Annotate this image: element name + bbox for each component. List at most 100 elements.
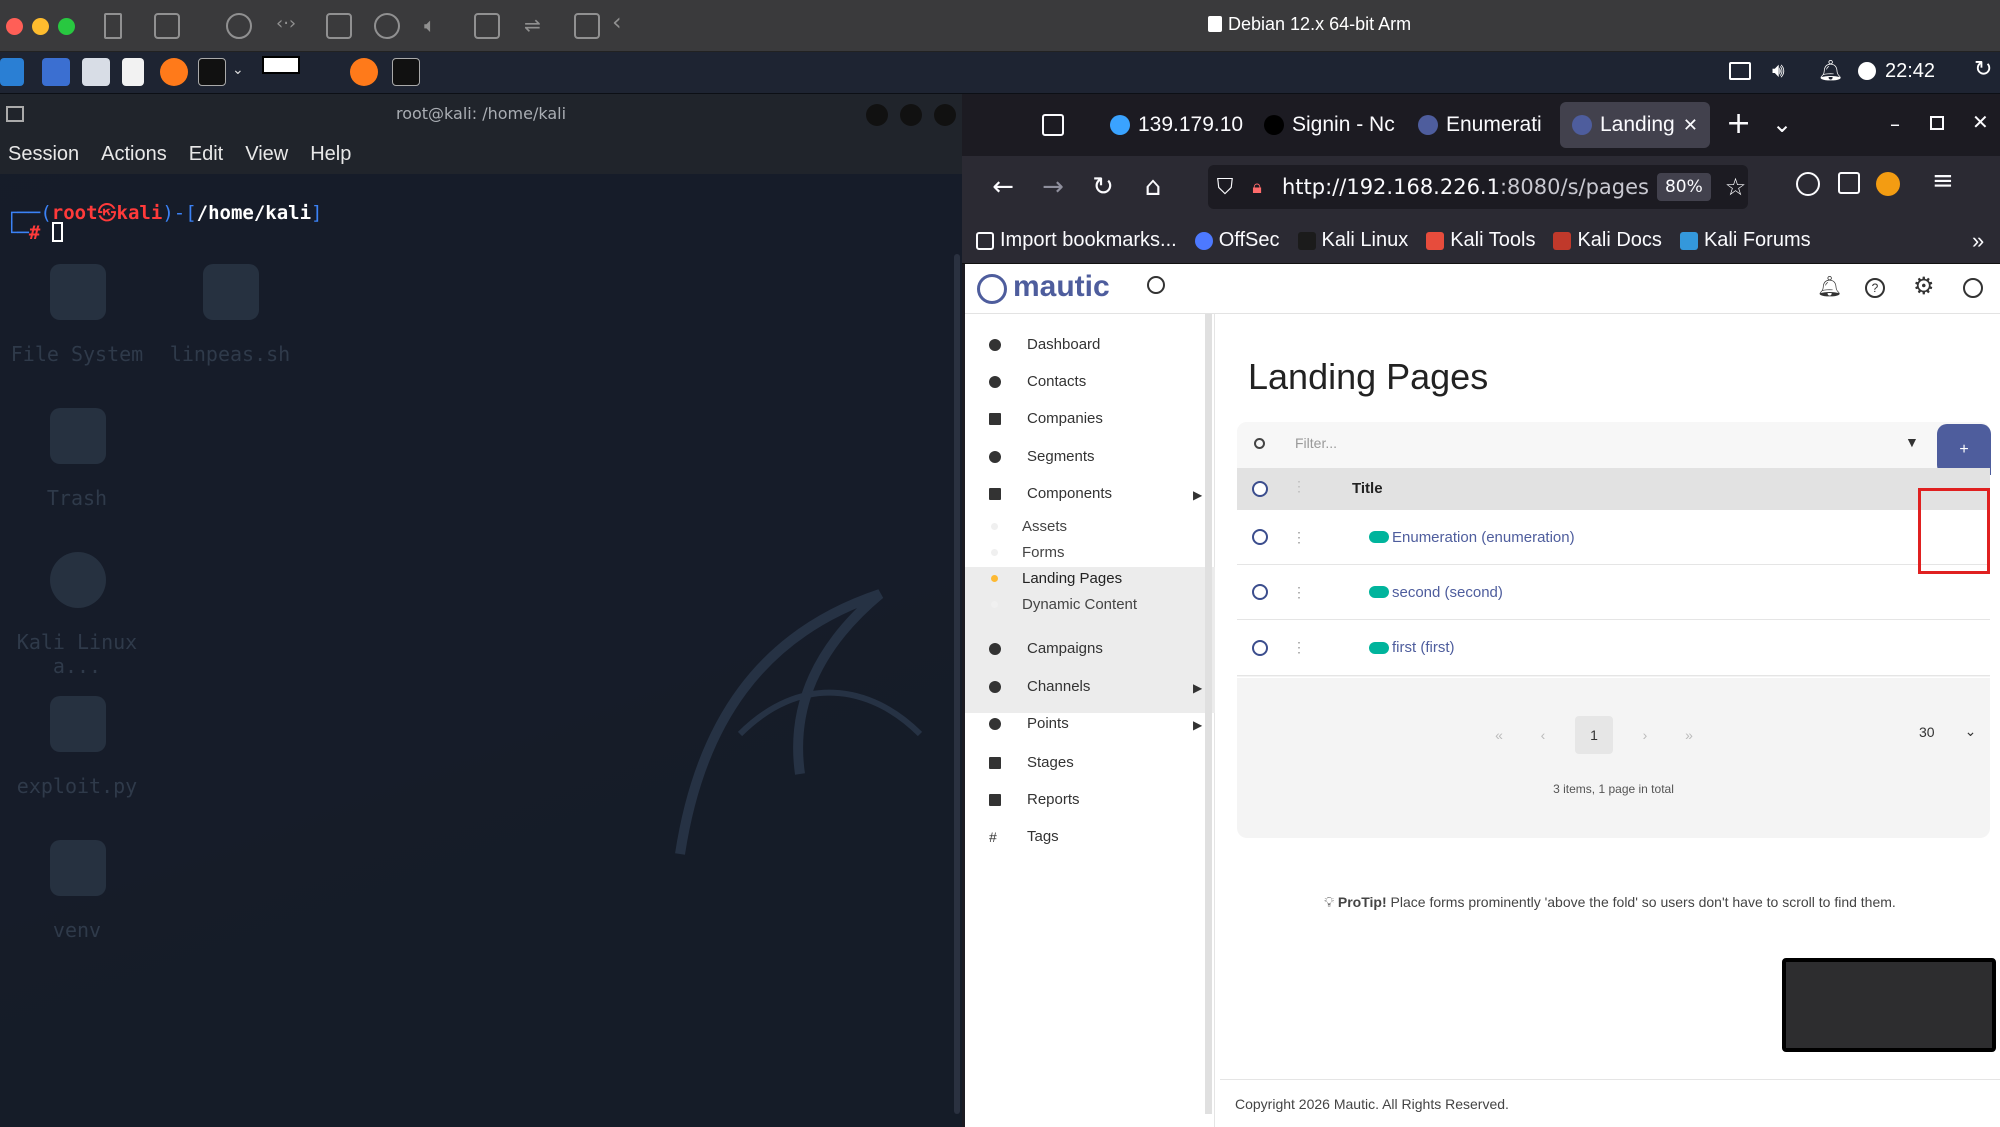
forward-icon[interactable]: → [1036, 170, 1070, 204]
usb-icon[interactable]: ⇌ [524, 13, 550, 39]
tab-overview-icon[interactable] [1042, 114, 1064, 136]
tab-2[interactable]: Signin - Nc [1252, 102, 1402, 148]
url-text[interactable]: http://192.168.226.1:8080/s/pages [1282, 175, 1649, 199]
code-icon[interactable]: ‹·› [276, 13, 302, 39]
file-manager-icon[interactable] [82, 58, 110, 86]
tab-1[interactable]: 139.179.10 [1098, 102, 1248, 148]
search-icon[interactable] [1147, 276, 1165, 294]
filter-funnel-icon[interactable]: ▼ [1905, 434, 1919, 450]
menu-edit[interactable]: Edit [189, 143, 223, 166]
maximize-icon[interactable] [900, 104, 922, 126]
filter-input[interactable]: Filter... [1295, 435, 1337, 451]
row-title-link[interactable]: Enumeration (enumeration) [1392, 529, 1575, 546]
tab-3[interactable]: Enumerati [1406, 102, 1556, 148]
mautic-logo-icon[interactable] [977, 274, 1007, 304]
extensions-icon[interactable] [1838, 172, 1860, 194]
firefox-icon[interactable] [160, 58, 188, 86]
row-menu-icon[interactable]: ⋮ [1292, 529, 1306, 546]
caret-right-icon[interactable]: ▶ [1193, 681, 1202, 695]
firefox-task-icon[interactable] [350, 58, 378, 86]
show-desktop-icon[interactable] [42, 58, 70, 86]
close-icon[interactable]: ✕ [1972, 110, 1989, 134]
terminal-scrollbar[interactable] [954, 254, 960, 1114]
minimize-icon[interactable] [866, 104, 888, 126]
row-checkbox[interactable] [1252, 584, 1268, 600]
sidebar-item-campaigns[interactable]: Campaigns [989, 640, 1103, 657]
network-icon[interactable] [1858, 62, 1876, 80]
extension-icon[interactable] [1876, 172, 1900, 196]
mautic-logo-text[interactable]: mautic [1013, 270, 1110, 304]
insecure-lock-icon[interactable]: 🔒︎ [1242, 177, 1272, 198]
row-menu-icon[interactable]: ⋮ [1292, 639, 1306, 656]
pause-icon[interactable] [104, 13, 122, 39]
sidebar-sub-dynamic-content[interactable]: Dynamic Content [991, 596, 1137, 613]
terminal-body[interactable]: File System linpeas.sh Trash Kali Linux … [0, 174, 962, 1127]
close-tab-icon[interactable]: ✕ [1683, 115, 1698, 136]
last-page-button[interactable]: » [1677, 727, 1701, 743]
first-page-button[interactable]: « [1487, 727, 1511, 743]
bookmark-star-icon[interactable]: ☆ [1725, 173, 1747, 201]
sidebar-sub-forms[interactable]: Forms [991, 544, 1065, 561]
zoom-level[interactable]: 80% [1656, 173, 1711, 201]
minimize-window-button[interactable] [32, 18, 49, 35]
sidebar-item-contacts[interactable]: Contacts [989, 373, 1086, 390]
home-icon[interactable]: ⌂ [1136, 170, 1170, 204]
bookmark-kali-linux[interactable]: Kali Linux [1297, 229, 1408, 252]
shield-icon[interactable]: ⛉ [1208, 175, 1242, 200]
bookmark-kali-docs[interactable]: Kali Docs [1553, 229, 1662, 252]
bookmark-offsec[interactable]: OffSec [1194, 229, 1280, 252]
chevron-down-icon[interactable]: ⌄ [232, 62, 244, 78]
new-tab-icon[interactable]: + [1726, 106, 1751, 141]
column-title[interactable]: Title [1352, 480, 1383, 497]
bookmark-import[interactable]: Import bookmarks... [976, 229, 1177, 252]
account-icon[interactable] [1796, 172, 1820, 196]
sound-icon[interactable]: 🔈︎ [424, 13, 450, 39]
zoom-window-button[interactable] [58, 18, 75, 35]
notification-bell-icon[interactable]: 🔔︎ [1817, 274, 1842, 299]
maximize-icon[interactable] [1930, 116, 1944, 130]
minimize-icon[interactable]: – [1890, 112, 1900, 136]
row-title-link[interactable]: first (first) [1392, 639, 1454, 656]
display-icon[interactable] [1729, 62, 1751, 80]
text-editor-icon[interactable] [122, 58, 144, 86]
sidebar-item-components[interactable]: Components [989, 485, 1112, 502]
menu-icon[interactable]: ≡ [1932, 166, 1954, 196]
sidebar-item-segments[interactable]: Segments [989, 448, 1095, 465]
prev-page-button[interactable]: ‹ [1531, 727, 1555, 743]
published-toggle[interactable] [1369, 531, 1389, 543]
page-1-button[interactable]: 1 [1575, 716, 1613, 754]
row-checkbox[interactable] [1252, 529, 1268, 545]
per-page-select[interactable]: 30 ⌄ [1919, 723, 1976, 740]
sidebar-item-reports[interactable]: Reports [989, 791, 1080, 808]
help-icon[interactable]: ? [1865, 278, 1885, 298]
next-page-button[interactable]: › [1633, 727, 1657, 743]
bookmark-kali-forums[interactable]: Kali Forums [1679, 229, 1811, 252]
close-icon[interactable] [934, 104, 956, 126]
list-tabs-icon[interactable]: ⌄ [1772, 110, 1792, 138]
menu-session[interactable]: Session [8, 143, 79, 166]
sidebar-item-points[interactable]: Points [989, 715, 1069, 732]
sidebar-scrollbar[interactable] [1205, 314, 1212, 1114]
caret-right-icon[interactable]: ▶ [1193, 488, 1202, 502]
settings-wrench-icon[interactable] [226, 13, 252, 39]
sidebar-sub-assets[interactable]: Assets [991, 518, 1067, 535]
printer-icon[interactable] [374, 13, 400, 39]
clock[interactable]: 22:42 [1885, 60, 1935, 83]
bookmark-kali-tools[interactable]: Kali Tools [1426, 229, 1535, 252]
camera-icon[interactable] [474, 13, 500, 39]
volume-icon[interactable]: 🔊︎ [1772, 58, 1785, 82]
sidebar-item-dashboard[interactable]: Dashboard [989, 336, 1100, 353]
url-bar[interactable]: ⛉ 🔒︎ http://192.168.226.1:8080/s/pages 8… [1208, 165, 1748, 209]
caret-right-icon[interactable]: ▶ [1193, 718, 1202, 732]
menu-view[interactable]: View [245, 143, 288, 166]
user-avatar-icon[interactable] [1963, 278, 1983, 298]
notification-bell-icon[interactable]: 🔔︎ [1818, 58, 1843, 82]
select-all-checkbox[interactable] [1252, 481, 1268, 497]
power-icon[interactable]: ↻ [1974, 57, 1992, 82]
gear-icon[interactable]: ⚙ [1913, 272, 1935, 301]
disk-icon[interactable] [326, 13, 352, 39]
tab-4-active[interactable]: Landing ✕ [1560, 102, 1710, 148]
reload-icon[interactable]: ↻ [1086, 170, 1120, 204]
row-checkbox[interactable] [1252, 639, 1268, 656]
table-row[interactable]: ⋮ first (first) [1237, 620, 1990, 676]
